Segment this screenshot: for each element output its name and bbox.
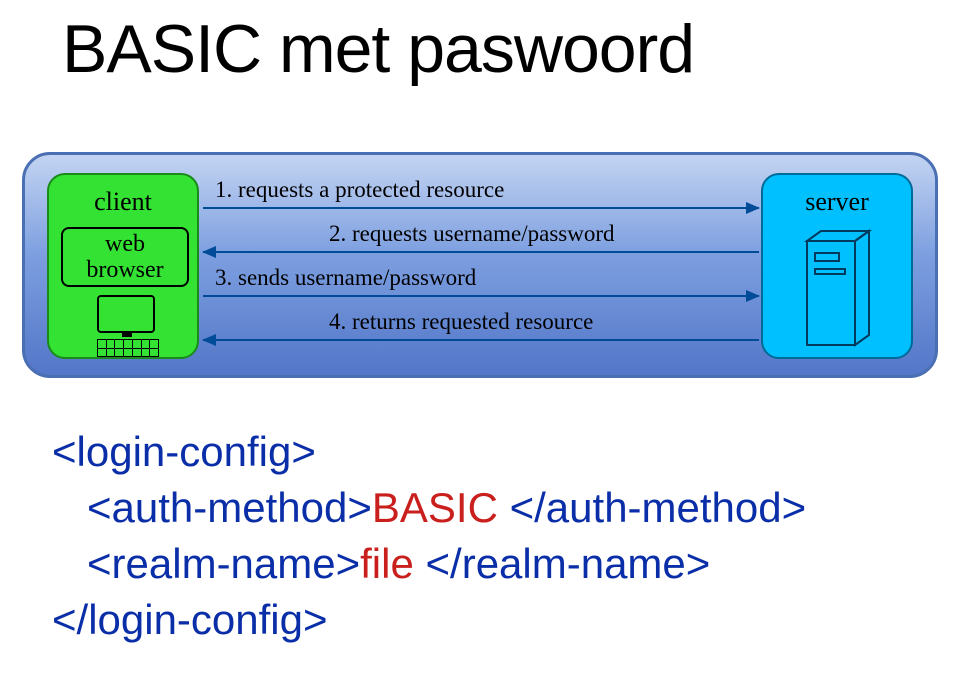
computer-icon [97, 295, 157, 353]
message-arrows: 1. requests a protected resource 2. requ… [203, 173, 759, 359]
server-icon [799, 229, 879, 347]
client-label: client [49, 187, 197, 217]
code-line-1: <login-config> [52, 424, 806, 480]
web-browser-label: webbrowser [86, 231, 163, 283]
step-2: 2. requests username/password [203, 221, 759, 261]
code-line-2: <auth-method>BASIC </auth-method> [52, 480, 806, 536]
step-2-label: 2. requests username/password [329, 221, 615, 247]
web-browser-box: webbrowser [61, 227, 189, 287]
server-node: server [761, 173, 913, 359]
arrow-left-icon [203, 339, 759, 341]
step-1: 1. requests a protected resource [203, 177, 759, 217]
step-4: 4. returns requested resource [203, 309, 759, 349]
step-1-label: 1. requests a protected resource [215, 177, 504, 203]
client-node: client webbrowser [47, 173, 199, 359]
server-label: server [763, 187, 911, 217]
code-line-3: <realm-name>file </realm-name> [52, 536, 806, 592]
step-3-label: 3. sends username/password [215, 265, 476, 291]
arrow-right-icon [203, 207, 759, 209]
code-line-4: </login-config> [52, 592, 806, 648]
arrow-right-icon [203, 295, 759, 297]
xml-config-snippet: <login-config> <auth-method>BASIC </auth… [52, 424, 806, 648]
step-3: 3. sends username/password [203, 265, 759, 305]
step-4-label: 4. returns requested resource [329, 309, 593, 335]
auth-sequence-diagram: client webbrowser 1. requests a protecte… [22, 152, 938, 378]
slide-title: BASIC met paswoord [62, 10, 694, 88]
arrow-left-icon [203, 251, 759, 253]
